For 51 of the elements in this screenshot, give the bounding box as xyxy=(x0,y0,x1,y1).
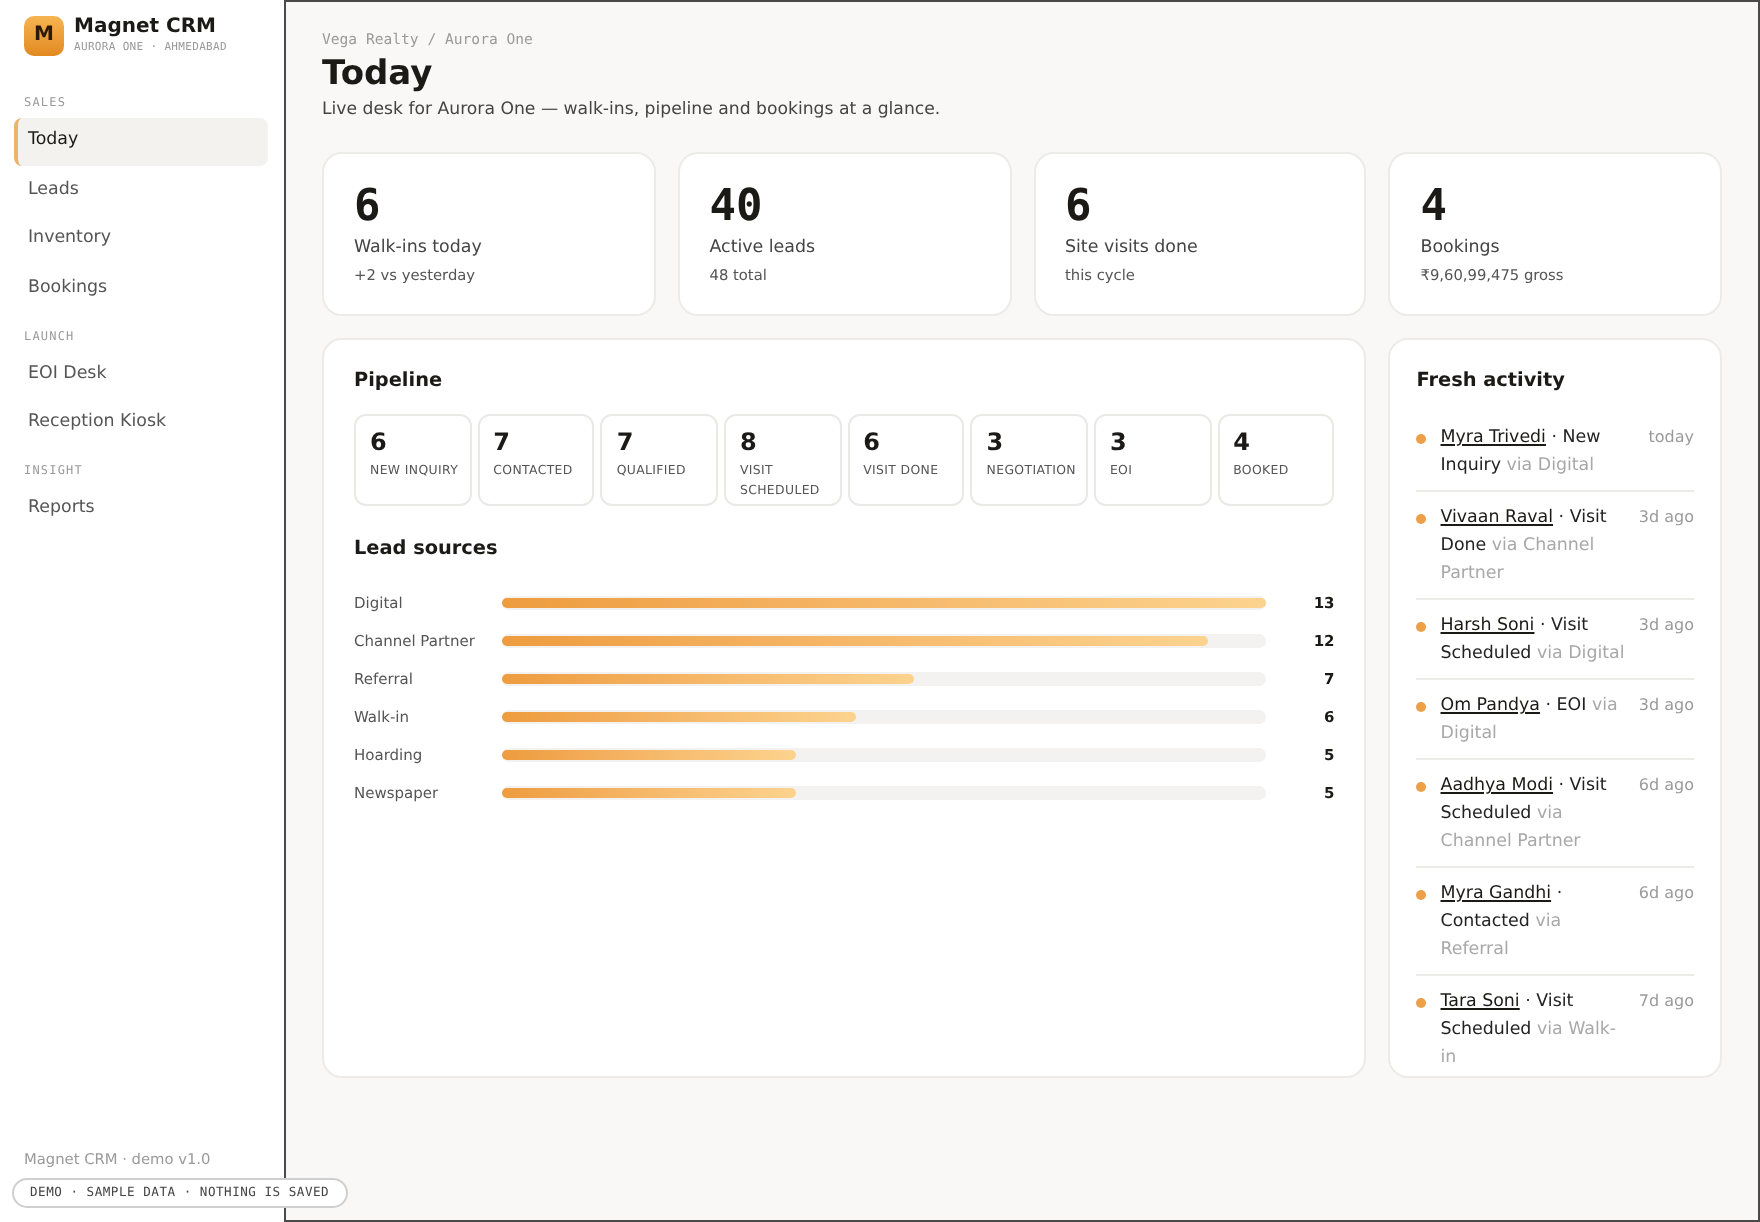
sidebar-nav-item[interactable]: Leads xyxy=(14,167,268,215)
activity-time: 3d ago xyxy=(1636,614,1694,638)
brand-logo: M xyxy=(24,16,64,56)
stat-label: Bookings xyxy=(1420,236,1502,260)
stage-count: 8 xyxy=(739,428,759,458)
lead-name-link[interactable]: Aadhya Modi xyxy=(1440,776,1554,796)
activity-text: Om Pandya · EOI via Digital xyxy=(1440,694,1620,748)
stat-label: Walk-ins today xyxy=(354,236,484,260)
sidebar-nav-item[interactable]: Reception Kiosk xyxy=(14,400,268,448)
stage-count: 7 xyxy=(493,428,513,458)
lead-name-link[interactable]: Tara Soni xyxy=(1440,992,1520,1012)
activity-text: Myra Gandhi · Contacted via Referral xyxy=(1440,882,1565,964)
sidebar-nav-item[interactable]: EOI Desk xyxy=(14,351,268,399)
activity-time: 3d ago xyxy=(1636,506,1694,530)
sidebar-nav-item[interactable]: Today xyxy=(14,118,268,166)
stage-count: 7 xyxy=(616,428,636,458)
stage-count: 6 xyxy=(370,428,389,458)
activity-time: 6d ago xyxy=(1636,882,1694,906)
activity-time: 3d ago xyxy=(1636,694,1694,718)
stage-count: 3 xyxy=(986,428,1006,458)
activity-text: Vivaan Raval · Visit Done via Channel Partner xyxy=(1440,506,1609,588)
stage-count: 3 xyxy=(1109,428,1129,458)
activity-time: 7d ago xyxy=(1636,990,1694,1014)
lead-name-link[interactable]: Harsh Soni xyxy=(1440,616,1535,636)
stat-value: 6 xyxy=(1065,184,1094,232)
stage-count: 4 xyxy=(1233,428,1252,458)
section-title: Fresh activity xyxy=(1416,368,1567,396)
sidebar-nav-item[interactable]: Bookings xyxy=(14,265,268,313)
activity-text: Harsh Soni · Visit Scheduled via Digital xyxy=(1440,614,1626,668)
lead-name-link[interactable]: Om Pandya xyxy=(1440,696,1540,716)
activity-text: Aadhya Modi · Visit Scheduled via Channel Partner xyxy=(1440,774,1609,856)
activity-time: today xyxy=(1646,426,1694,450)
stage-count: 6 xyxy=(863,428,882,458)
lead-name-link[interactable]: Vivaan Raval xyxy=(1440,508,1554,528)
lead-name-link[interactable]: Myra Gandhi xyxy=(1440,884,1552,904)
activity-time: 6d ago xyxy=(1636,774,1694,798)
stat-label: Active leads xyxy=(709,236,818,260)
page-title: Today xyxy=(322,52,435,96)
sidebar-nav-item[interactable]: Reports xyxy=(14,486,268,534)
section-title: Lead sources xyxy=(354,536,500,564)
section-title: Pipeline xyxy=(354,368,445,396)
activity-text: Myra Trivedi · New Inquiry via Digital xyxy=(1440,426,1603,480)
sidebar-nav-item[interactable]: Inventory xyxy=(14,216,268,264)
brand-name: Magnet CRM xyxy=(74,16,219,40)
activity-text: Tara Soni · Visit Scheduled via Walk-in xyxy=(1440,990,1619,1072)
stat-value: 4 xyxy=(1420,184,1449,232)
stat-value: 40 xyxy=(709,184,765,232)
stat-label: Site visits done xyxy=(1065,236,1200,260)
lead-name-link[interactable]: Myra Trivedi xyxy=(1440,428,1546,448)
stat-value: 6 xyxy=(354,184,383,232)
page-subtitle: Live desk for Aurora One — walk-ins, pipeline and bookings at a glance. xyxy=(322,98,943,122)
